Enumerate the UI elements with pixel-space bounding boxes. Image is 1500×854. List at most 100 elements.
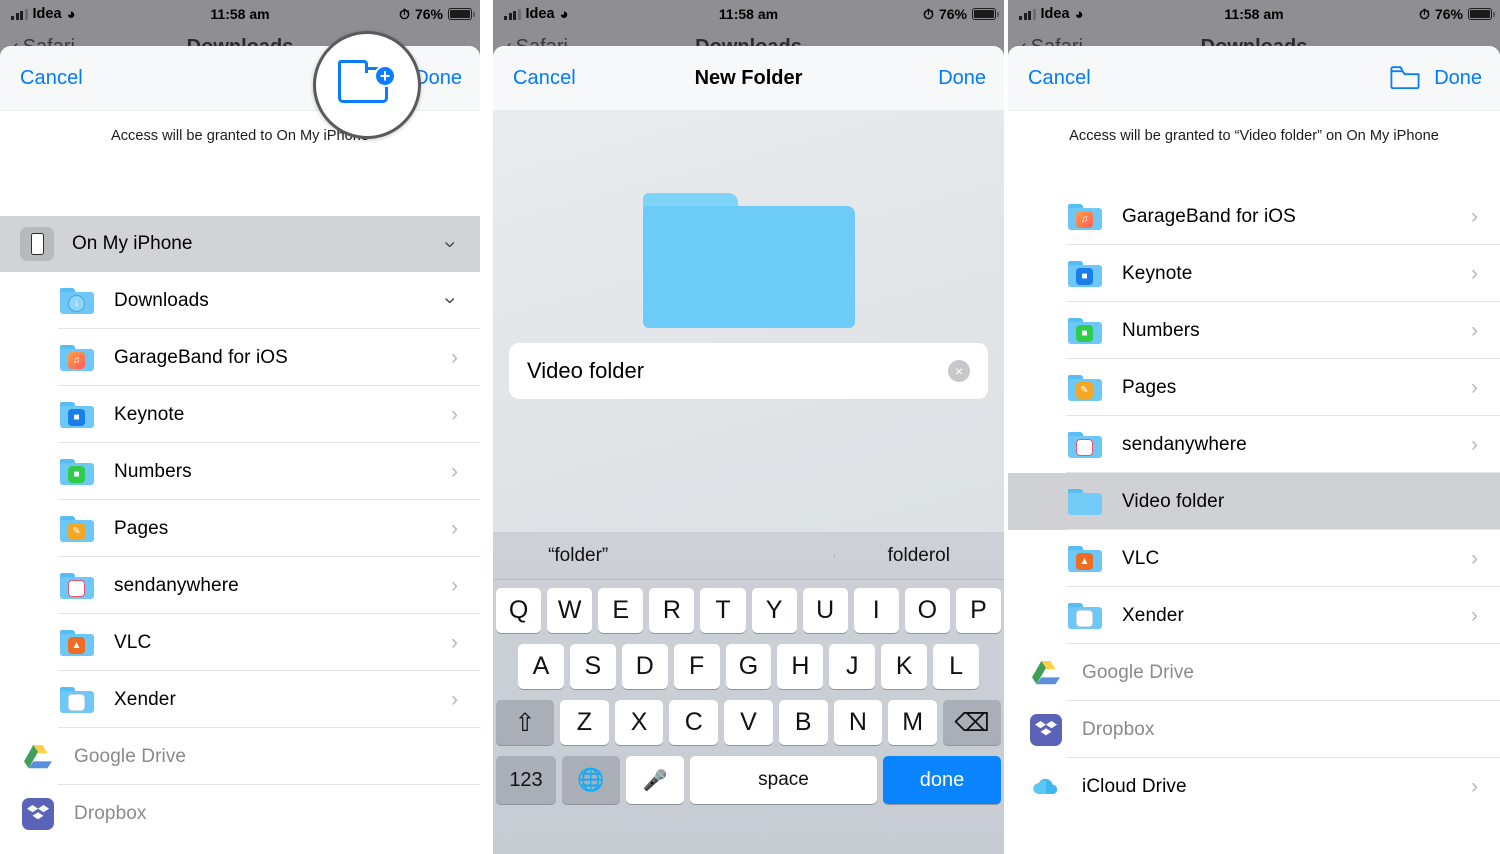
chevron-right-icon[interactable]: › — [1471, 548, 1478, 569]
file-picker-sheet: Cancel Done Access will be granted to “V… — [1008, 46, 1500, 854]
onscreen-keyboard: “folder” folderol Q W E R T Y U I O P A … — [493, 532, 1004, 854]
chevron-right-icon[interactable]: › — [451, 689, 458, 710]
folder-keynote-icon: ■ — [1068, 260, 1102, 287]
list-item[interactable]: ♫ GarageBand for iOS › — [0, 329, 480, 386]
item-label: Pages — [114, 517, 169, 539]
backspace-delete-icon[interactable]: ⌫ — [943, 700, 1002, 745]
item-label: Google Drive — [1082, 661, 1195, 683]
chevron-right-icon[interactable]: › — [451, 632, 458, 653]
list-item[interactable]: ▢ sendanywhere › — [1008, 416, 1500, 473]
key-n[interactable]: N — [833, 700, 883, 745]
iphone-icon — [20, 227, 54, 261]
list-item[interactable]: ■ Keynote › — [1008, 245, 1500, 302]
item-label: VLC — [1122, 547, 1160, 569]
chevron-right-icon[interactable]: › — [1471, 776, 1478, 797]
item-label: Keynote — [114, 403, 185, 425]
key-g[interactable]: G — [725, 644, 772, 689]
list-item[interactable]: ■ Keynote › — [0, 386, 480, 443]
access-note: Access will be granted to “Video folder”… — [1069, 128, 1439, 144]
chevron-right-icon[interactable]: › — [451, 518, 458, 539]
list-item[interactable]: ▲ VLC › — [0, 614, 480, 671]
key-r[interactable]: R — [649, 588, 695, 633]
list-item[interactable]: ✎ Pages › — [0, 500, 480, 557]
chevron-right-icon[interactable]: › — [1471, 206, 1478, 227]
chevron-right-icon[interactable]: › — [451, 404, 458, 425]
section-header-on-my-iphone[interactable]: On My iPhone › — [0, 216, 480, 272]
key-e[interactable]: E — [598, 588, 644, 633]
cancel-button[interactable]: Cancel — [0, 67, 83, 90]
list-item[interactable]: x Xender › — [0, 671, 480, 728]
list-item[interactable]: ▢ sendanywhere › — [0, 557, 480, 614]
chevron-right-icon[interactable]: › — [1471, 605, 1478, 626]
status-bar-clock: 11:58 am — [1224, 6, 1284, 22]
folder-garageband-icon: ♫ — [60, 344, 94, 371]
chevron-right-icon[interactable]: › — [451, 461, 458, 482]
google-drive-icon — [1030, 657, 1062, 689]
key-w[interactable]: W — [547, 588, 593, 633]
cancel-button[interactable]: Cancel — [1008, 67, 1091, 90]
key-b[interactable]: B — [778, 700, 828, 745]
space-key[interactable]: space — [690, 756, 877, 804]
chevron-right-icon[interactable]: › — [1471, 377, 1478, 398]
globe-language-icon[interactable]: 🌐 — [562, 756, 620, 804]
list-item-icloud-drive[interactable]: iCloud Drive › — [1008, 758, 1500, 815]
chevron-right-icon[interactable]: › — [1471, 320, 1478, 341]
chevron-right-icon[interactable]: › — [451, 575, 458, 596]
chevron-down-icon[interactable]: › — [439, 297, 462, 304]
chevron-right-icon[interactable]: › — [451, 347, 458, 368]
folder-xender-icon: x — [1068, 602, 1102, 629]
item-label: Dropbox — [74, 802, 147, 824]
clear-text-icon[interactable]: × — [948, 360, 970, 382]
key-u[interactable]: U — [802, 588, 848, 633]
large-folder-icon — [642, 193, 855, 328]
list-item-selected[interactable]: Video folder — [1008, 473, 1500, 530]
list-item[interactable]: ■ Numbers › — [1008, 302, 1500, 359]
panel-divider — [480, 0, 493, 854]
list-item-google-drive[interactable]: Google Drive — [0, 728, 480, 785]
key-z[interactable]: Z — [559, 700, 609, 745]
key-f[interactable]: F — [673, 644, 720, 689]
list-item[interactable]: ■ Numbers › — [0, 443, 480, 500]
key-q[interactable]: Q — [496, 588, 542, 633]
done-button[interactable]: Done — [1434, 67, 1482, 90]
done-key[interactable]: done — [883, 756, 1001, 804]
new-folder-icon[interactable] — [1390, 66, 1420, 90]
key-a[interactable]: A — [518, 644, 564, 689]
list-item[interactable]: ▲ VLC › — [1008, 530, 1500, 587]
key-l[interactable]: L — [933, 644, 980, 689]
key-s[interactable]: S — [569, 644, 616, 689]
chevron-down-icon[interactable]: › — [439, 241, 462, 248]
key-c[interactable]: C — [669, 700, 719, 745]
key-y[interactable]: Y — [751, 588, 797, 633]
list-item[interactable]: ♫ GarageBand for iOS › — [1008, 188, 1500, 245]
key-t[interactable]: T — [700, 588, 746, 633]
list-item[interactable]: ↓ Downloads › — [0, 272, 480, 329]
key-h[interactable]: H — [777, 644, 824, 689]
microphone-icon[interactable]: 🎤 — [626, 756, 684, 804]
key-m[interactable]: M — [888, 700, 938, 745]
numbers-key[interactable]: 123 — [496, 756, 556, 804]
key-o[interactable]: O — [904, 588, 950, 633]
folder-name-input[interactable]: Video folder × — [509, 343, 988, 399]
done-button[interactable]: Done — [414, 67, 462, 90]
key-p[interactable]: P — [955, 588, 1001, 633]
chevron-right-icon[interactable]: › — [1471, 434, 1478, 455]
key-k[interactable]: K — [881, 644, 928, 689]
status-bar-clock: 11:58 am — [718, 6, 779, 22]
key-d[interactable]: D — [621, 644, 668, 689]
list-item-dropbox[interactable]: Dropbox — [1008, 701, 1500, 758]
key-j[interactable]: J — [829, 644, 876, 689]
list-item-dropbox[interactable]: Dropbox — [0, 785, 480, 842]
suggestion-chip[interactable]: “folder” — [493, 545, 663, 567]
key-x[interactable]: X — [614, 700, 664, 745]
suggestion-chip[interactable]: folderol — [833, 545, 1004, 567]
list-item[interactable]: x Xender › — [1008, 587, 1500, 644]
key-i[interactable]: I — [853, 588, 899, 633]
item-label: iCloud Drive — [1082, 775, 1187, 797]
shift-up-arrow-icon[interactable]: ⇧ — [495, 700, 554, 745]
list-item[interactable]: ✎ Pages › — [1008, 359, 1500, 416]
chevron-right-icon[interactable]: › — [1471, 263, 1478, 284]
key-v[interactable]: V — [724, 700, 773, 745]
list-item-google-drive[interactable]: Google Drive — [1008, 644, 1500, 701]
keyboard-row-4: 123 🌐 🎤 space done — [496, 756, 1001, 804]
